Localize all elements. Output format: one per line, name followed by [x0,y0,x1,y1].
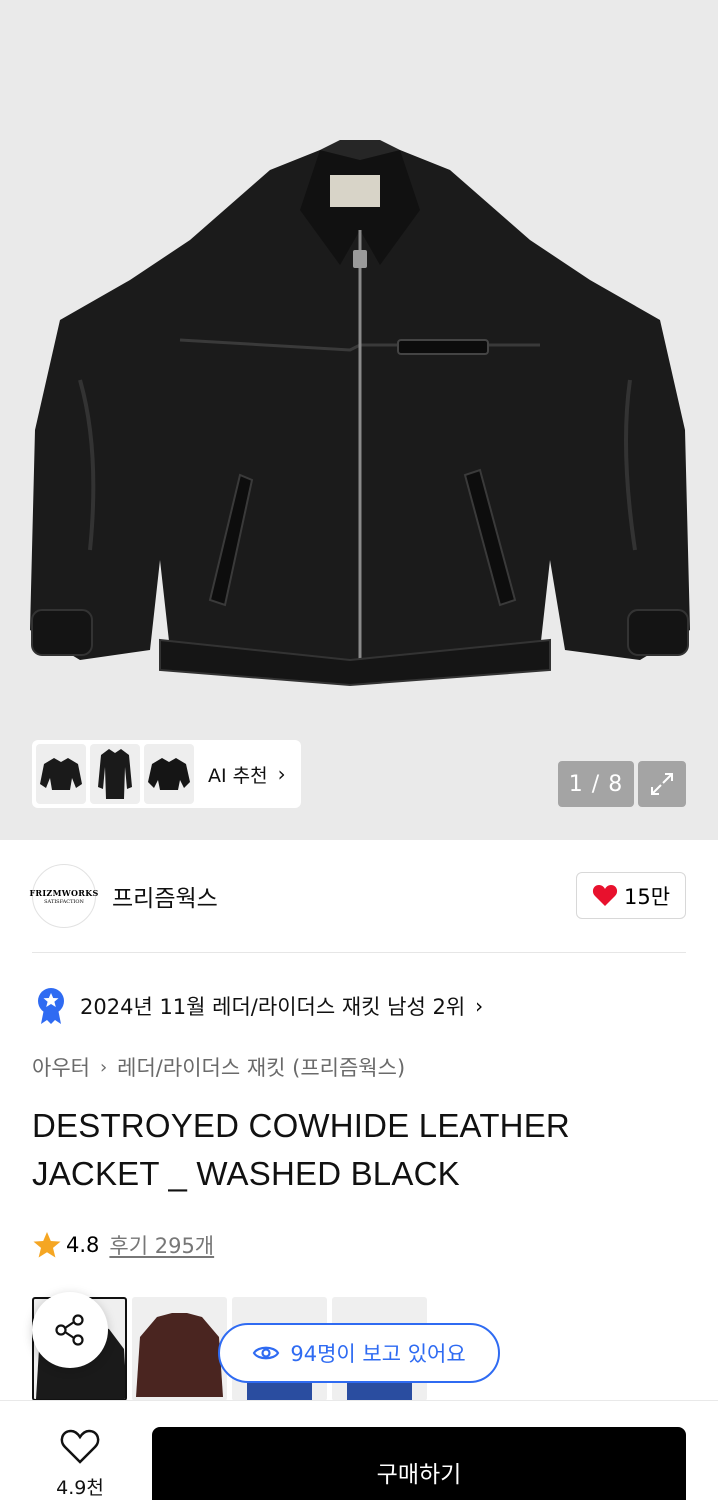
breadcrumb: 아우터 › 레더/라이더스 재킷 (프리즘웍스) [32,1052,405,1082]
ranking-text: 2024년 11월 레더/라이더스 재킷 남성 2위 [80,995,466,1019]
brand-name[interactable]: 프리즘웍스 [112,879,218,913]
ranking-link[interactable]: 2024년 11월 레더/라이더스 재킷 남성 2위 › [36,986,483,1026]
star-icon [33,1232,61,1258]
wishlist-button[interactable]: 4.9천 [40,1429,120,1500]
brand-logo[interactable]: FRIZMWORKS SATISFACTION [29,864,98,928]
ai-recommend-strip[interactable]: AI 추천 › [32,740,301,808]
wishlist-count: 4.9천 [56,1477,104,1499]
product-title: DESTROYED COWHIDE LEATHER JACKET _ WASHE… [32,1107,570,1192]
expand-button[interactable] [638,761,686,807]
share-icon [55,1314,84,1346]
breadcrumb-category[interactable]: 아우터 [32,1052,90,1082]
divider [32,952,686,953]
viewers-badge: 94명이 보고 있어요 [218,1323,500,1383]
color-option-brown[interactable] [132,1297,227,1401]
recommend-thumbnail[interactable] [90,744,140,804]
ai-recommend-label: AI 추천 [208,764,268,787]
eye-icon [253,1346,280,1360]
recommend-thumbnail[interactable] [144,744,194,804]
product-image-gallery[interactable]: AI 추천 › 1 / 8 [0,0,718,840]
expand-icon [651,773,673,795]
brand-like-count: 15만 [623,884,671,909]
buy-button[interactable]: 구매하기 [152,1427,686,1500]
rating-row[interactable]: 4.8 후기 295개 [32,1230,214,1260]
breadcrumb-subcategory[interactable]: 레더/라이더스 재킷 (프리즘웍스) [117,1052,405,1082]
ranking-badge-icon [38,988,64,1024]
recommend-thumbnail[interactable] [36,744,86,804]
heart-outline-icon [60,1429,100,1464]
chevron-right-icon: › [277,762,286,786]
buy-button-label: 구매하기 [376,1462,462,1488]
brand-like-button[interactable]: 15만 [576,872,686,919]
brand-row[interactable]: FRIZMWORKS SATISFACTION 프리즘웍스 15만 [29,862,686,932]
heart-icon [592,884,618,906]
review-count-link[interactable]: 후기 295개 [109,1230,214,1260]
product-main-image [30,140,690,687]
image-counter: 1 / 8 [558,761,634,807]
rating-score: 4.8 [66,1233,100,1257]
share-button[interactable] [32,1292,108,1368]
viewers-text: 94명이 보고 있어요 [290,1342,466,1366]
chevron-right-icon: › [475,994,484,1018]
chevron-right-icon: › [99,1056,108,1078]
bottom-action-bar: 4.9천 구매하기 [0,1400,718,1500]
